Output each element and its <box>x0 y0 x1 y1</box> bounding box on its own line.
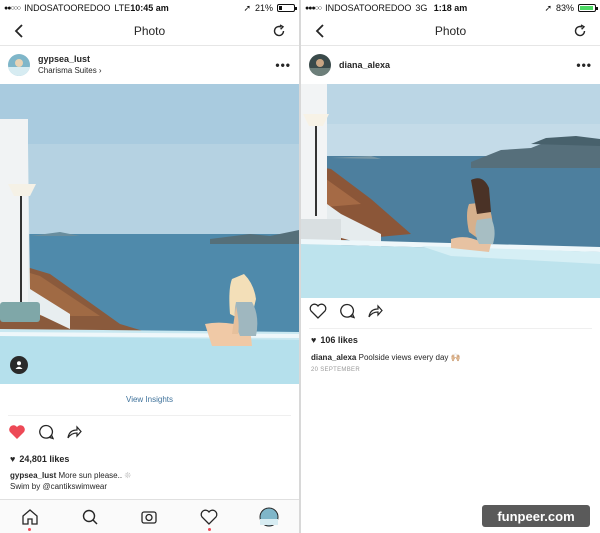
carrier-group: ●●○○○ INDOSATOOREDOO LTE <box>4 3 130 13</box>
photo-image <box>301 84 600 298</box>
right-screenshot: ●●●○○ INDOSATOOREDOO 3G 1:18 am ➚ 83% Ph… <box>301 0 600 533</box>
small-heart-icon: ♥ <box>10 454 16 464</box>
comment-icon[interactable] <box>38 424 55 445</box>
status-bar: ●●○○○ INDOSATOOREDOO LTE 10:45 am ➚ 21% <box>0 0 299 16</box>
user-block: diana_alexa <box>339 60 390 71</box>
battery-icon <box>578 4 598 12</box>
signal-dots-icon: ●●●○○ <box>305 4 322 12</box>
status-time: 1:18 am <box>433 3 468 13</box>
avatar[interactable] <box>309 54 331 76</box>
refresh-icon[interactable] <box>271 22 287 40</box>
back-icon[interactable] <box>311 22 327 40</box>
likes-count[interactable]: ♥ 106 likes <box>301 333 600 347</box>
post-username[interactable]: gypsea_lust <box>38 54 102 65</box>
post-photo[interactable] <box>0 84 299 384</box>
small-heart-icon: ♥ <box>311 335 317 345</box>
caption-text: Poolside views every day 🙌🏼 <box>358 353 461 362</box>
caption-username[interactable]: gypsea_lust <box>10 471 56 480</box>
view-insights-link[interactable]: View Insights <box>8 384 291 416</box>
left-screenshot: ●●○○○ INDOSATOOREDOO LTE 10:45 am ➚ 21% … <box>0 0 299 533</box>
post-header: diana_alexa ••• <box>301 46 600 84</box>
likes-label: 106 likes <box>320 335 358 345</box>
post-photo[interactable] <box>301 84 600 298</box>
bottom-tab-bar <box>0 499 299 533</box>
status-bar: ●●●○○ INDOSATOOREDOO 3G 1:18 am ➚ 83% <box>301 0 600 16</box>
network-type: 3G <box>415 3 428 13</box>
more-options-icon[interactable]: ••• <box>275 58 291 72</box>
likes-count[interactable]: ♥ 24,801 likes <box>0 452 299 466</box>
post-header: gypsea_lust Charisma Suites › ••• <box>0 46 299 84</box>
battery-percent: 21% <box>254 3 273 13</box>
page-title: Photo <box>133 23 166 38</box>
likes-label: 24,801 likes <box>19 454 70 464</box>
post-date: 20 SEPTEMBER <box>311 367 360 373</box>
status-time: 10:45 am <box>130 3 169 13</box>
caption-prefix: Swim by <box>10 482 41 491</box>
status-right: ➚ 83% <box>544 2 598 14</box>
profile-icon[interactable] <box>257 505 281 529</box>
share-icon[interactable] <box>367 303 383 324</box>
location-label: Charisma Suites <box>38 66 97 75</box>
like-icon[interactable] <box>309 303 327 324</box>
carrier-group: ●●●○○ INDOSATOOREDOO 3G <box>305 3 427 13</box>
battery-icon <box>277 4 297 12</box>
page-title: Photo <box>434 23 467 38</box>
tagged-user-icon[interactable] <box>10 356 28 374</box>
share-icon[interactable] <box>66 424 82 445</box>
notification-dot <box>207 527 211 531</box>
post-caption: gypsea_lust More sun please.. ❊ <box>0 470 299 481</box>
caption-line-2: Swim by @cantikswimwear <box>0 481 299 492</box>
more-options-icon[interactable]: ••• <box>576 58 592 72</box>
notification-dot <box>28 527 32 531</box>
search-icon[interactable] <box>78 505 102 529</box>
signal-dots-icon: ●●○○○ <box>4 4 21 12</box>
comment-icon[interactable] <box>339 303 356 324</box>
home-icon[interactable] <box>18 505 42 531</box>
caption-mention[interactable]: @cantikswimwear <box>42 482 107 491</box>
network-type: LTE <box>114 3 131 13</box>
location-arrow-icon: ➚ <box>544 2 552 13</box>
carrier-name: INDOSATOOREDOO <box>24 3 111 13</box>
nav-bar: Photo <box>301 16 600 46</box>
status-right: ➚ 21% <box>243 2 297 14</box>
post-caption: diana_alexa Poolside views every day 🙌🏼 <box>301 352 600 363</box>
camera-icon[interactable] <box>137 505 161 529</box>
post-location[interactable]: Charisma Suites › <box>38 65 102 76</box>
location-arrow-icon: ➚ <box>243 2 251 13</box>
post-username[interactable]: diana_alexa <box>339 60 390 71</box>
photo-image <box>0 84 299 384</box>
avatar[interactable] <box>8 54 30 76</box>
heart-icon[interactable] <box>197 505 221 531</box>
post-actions <box>0 416 299 452</box>
battery-fill <box>580 6 594 10</box>
watermark: funpeer.com <box>482 505 590 527</box>
action-divider <box>309 328 592 329</box>
user-block: gypsea_lust Charisma Suites › <box>38 54 102 76</box>
like-icon[interactable] <box>8 424 26 445</box>
battery-percent: 83% <box>555 3 574 13</box>
post-actions <box>301 298 600 328</box>
caption-username[interactable]: diana_alexa <box>311 353 356 362</box>
carrier-name: INDOSATOOREDOO <box>325 3 412 13</box>
back-icon[interactable] <box>10 22 26 40</box>
sparkle-icon: ❊ <box>124 471 132 480</box>
caption-text: More sun please.. <box>58 471 123 480</box>
nav-bar: Photo <box>0 16 299 46</box>
chevron-right-icon: › <box>98 66 102 75</box>
battery-fill <box>279 6 283 10</box>
refresh-icon[interactable] <box>572 22 588 40</box>
